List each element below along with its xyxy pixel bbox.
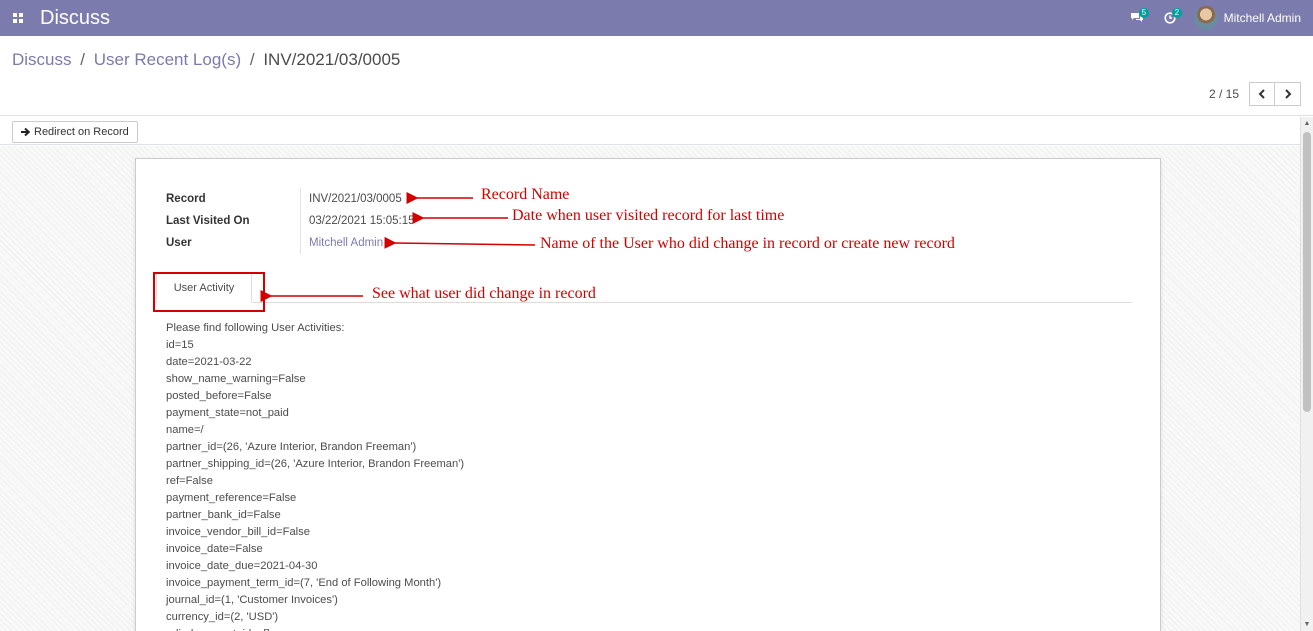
user-field: User Mitchell Admin <box>166 232 383 254</box>
user-label: User <box>166 237 192 249</box>
activity-line: currency_id=(2, 'USD') <box>166 611 279 623</box>
activity-line: invoice_date_due=2021-04-30 <box>166 560 318 572</box>
avatar <box>1193 6 1218 30</box>
record-value: INV/2021/03/0005 <box>309 193 402 205</box>
activity-line: journal_id=(1, 'Customer Invoices') <box>166 594 338 606</box>
activity-line: ref=False <box>166 475 213 487</box>
record-label: Record <box>166 193 206 205</box>
activity-line: partner_shipping_id=(26, 'Azure Interior… <box>166 458 465 470</box>
activity-line: date=2021-03-22 <box>166 356 252 368</box>
breadcrumb: Discuss / User Recent Log(s) / INV/2021/… <box>12 50 400 70</box>
annotation-date-visited: Date when user visited record for last t… <box>512 207 785 224</box>
breadcrumb-discuss[interactable]: Discuss <box>12 50 72 69</box>
user-name: Mitchell Admin <box>1223 11 1301 25</box>
app-title[interactable]: Discuss <box>40 7 110 30</box>
activities-count-badge: 2 <box>1171 8 1183 18</box>
activity-line: invoice_payment_term_id=(7, 'End of Foll… <box>166 577 442 589</box>
record-field: Record INV/2021/03/0005 <box>166 188 402 210</box>
tabs-divider <box>154 302 1132 303</box>
redirect-on-record-label: Redirect on Record <box>34 126 129 138</box>
activity-line: invoice_date=False <box>166 543 263 555</box>
activity-line: show_name_warning=False <box>166 373 306 385</box>
user-activity-content: Please find following User Activities: id… <box>166 320 464 631</box>
activity-line: posted_before=False <box>166 390 272 402</box>
chevron-right-icon <box>1284 89 1291 99</box>
annotation-user-activity: See what user did change in record <box>372 285 596 302</box>
last-visited-value: 03/22/2021 15:05:15 <box>309 215 415 227</box>
chevron-left-icon <box>1258 89 1265 99</box>
activities-button[interactable]: 2 <box>1154 0 1186 36</box>
redirect-on-record-button[interactable]: Redirect on Record <box>12 121 138 143</box>
messages-count-badge: 5 <box>1138 8 1150 18</box>
annotation-user-name: Name of the User who did change in recor… <box>540 235 955 252</box>
control-panel: Discuss / User Recent Log(s) / INV/2021/… <box>0 36 1313 116</box>
pager: 2 / 15 <box>1209 82 1301 106</box>
activity-line: name=/ <box>166 424 204 436</box>
user-value-link[interactable]: Mitchell Admin <box>301 237 383 249</box>
last-visited-label: Last Visited On <box>166 215 250 227</box>
pager-previous-button[interactable] <box>1249 82 1275 106</box>
form-sheet: Record INV/2021/03/0005 Last Visited On … <box>135 158 1161 631</box>
messages-button[interactable]: 5 <box>1120 0 1154 36</box>
scrollbar-thumb[interactable] <box>1303 132 1311 412</box>
button-bar: Redirect on Record <box>0 117 1300 145</box>
last-visited-field: Last Visited On 03/22/2021 15:05:15 <box>166 210 415 232</box>
breadcrumb-separator: / <box>80 50 85 69</box>
annotation-record-name: Record Name <box>481 186 570 203</box>
breadcrumb-user-recent-logs[interactable]: User Recent Log(s) <box>94 50 241 69</box>
top-navbar: Discuss 5 2 Mitchell Admin <box>0 0 1313 36</box>
user-menu[interactable]: Mitchell Admin <box>1186 0 1313 36</box>
breadcrumb-separator: / <box>249 50 255 69</box>
activity-line: partner_bank_id=False <box>166 509 281 521</box>
scroll-up-arrow-icon[interactable]: ▲ <box>1301 117 1313 130</box>
activity-line: payment_state=not_paid <box>166 407 289 419</box>
pager-value[interactable]: 2 / 15 <box>1209 87 1239 101</box>
pager-next-button[interactable] <box>1275 82 1301 106</box>
activity-line: partner_id=(26, 'Azure Interior, Brandon… <box>166 441 417 453</box>
breadcrumb-current: INV/2021/03/0005 <box>263 50 401 69</box>
apps-menu-icon[interactable] <box>0 0 36 36</box>
arrow-right-icon <box>21 127 31 137</box>
activity-line: edi_document_ids=[] <box>166 626 464 631</box>
activity-line: Please find following User Activities: <box>166 322 345 334</box>
field-separator <box>300 188 301 254</box>
activity-line: payment_reference=False <box>166 492 297 504</box>
annotation-highlight-box <box>153 272 265 312</box>
scroll-down-arrow-icon[interactable]: ▼ <box>1301 618 1313 631</box>
activity-line: invoice_vendor_bill_id=False <box>166 526 310 538</box>
activity-line: id=15 <box>166 339 194 351</box>
vertical-scrollbar[interactable]: ▲ ▼ <box>1300 117 1313 631</box>
